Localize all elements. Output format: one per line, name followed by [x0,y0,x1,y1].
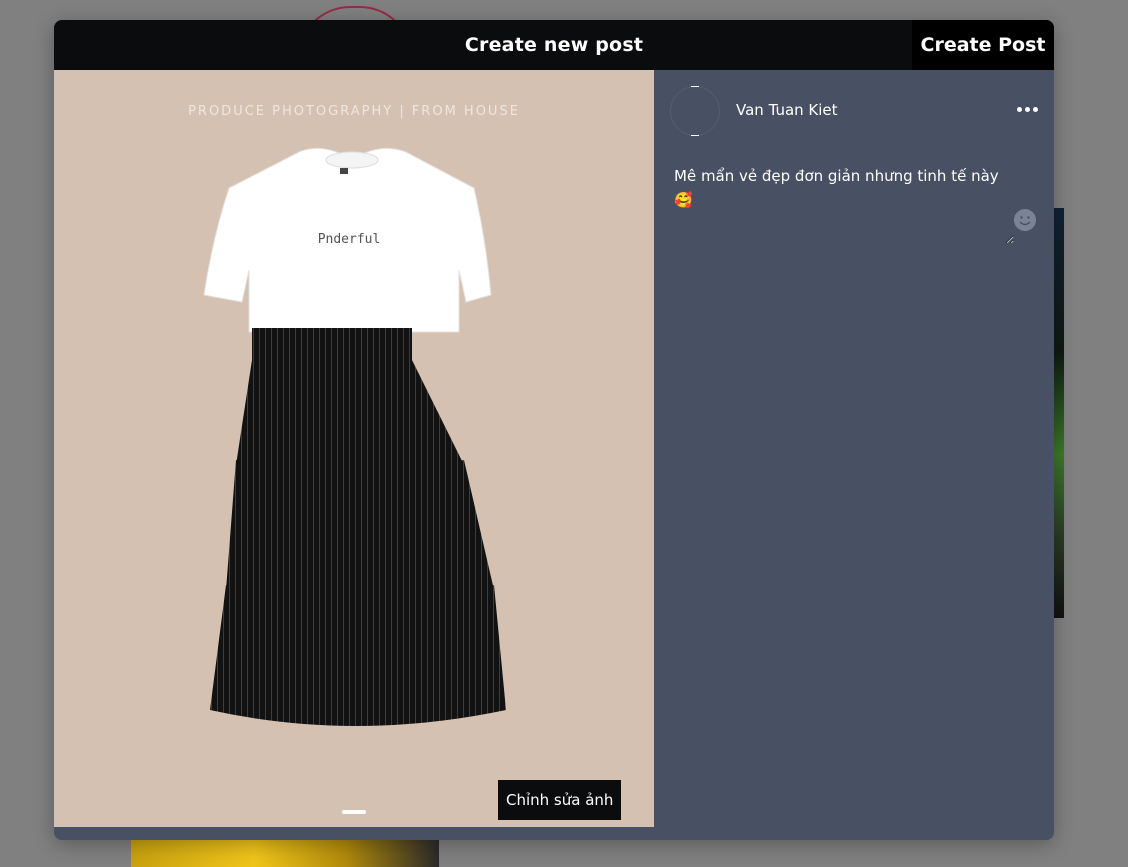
carousel-indicator[interactable] [342,810,366,814]
skirt-tier-3 [210,585,506,726]
product-photo [203,147,506,726]
tshirt-print-text: Pnderful [317,232,381,247]
skirt-tier-1 [236,360,464,478]
create-post-button[interactable]: Create Post [912,20,1054,70]
background-photo-right [1054,208,1064,618]
create-post-modal: Create new post Create Post PRODUCE PHOT… [54,20,1054,840]
background-photo-bottom [131,840,439,867]
modal-header: Create new post Create Post [54,20,1054,70]
post-details-panel: Van Tuan Kiet Mê mẩn vẻ đẹp đơn giản như… [654,70,1054,840]
skirt-tier-2 [226,460,494,605]
emoji-icon[interactable] [1012,207,1038,233]
more-options-icon[interactable] [1017,103,1039,117]
image-preview: PRODUCE PHOTOGRAPHY | FROM HOUSE Pnderfu… [54,70,654,827]
caption-input[interactable]: Mê mẩn vẻ đẹp đơn giản nhưng tinh tế này… [670,164,1014,244]
avatar[interactable] [670,86,720,136]
edit-photo-button[interactable]: Chỉnh sửa ảnh [498,780,622,820]
username: Van Tuan Kiet [736,101,838,119]
modal-title: Create new post [464,34,644,56]
